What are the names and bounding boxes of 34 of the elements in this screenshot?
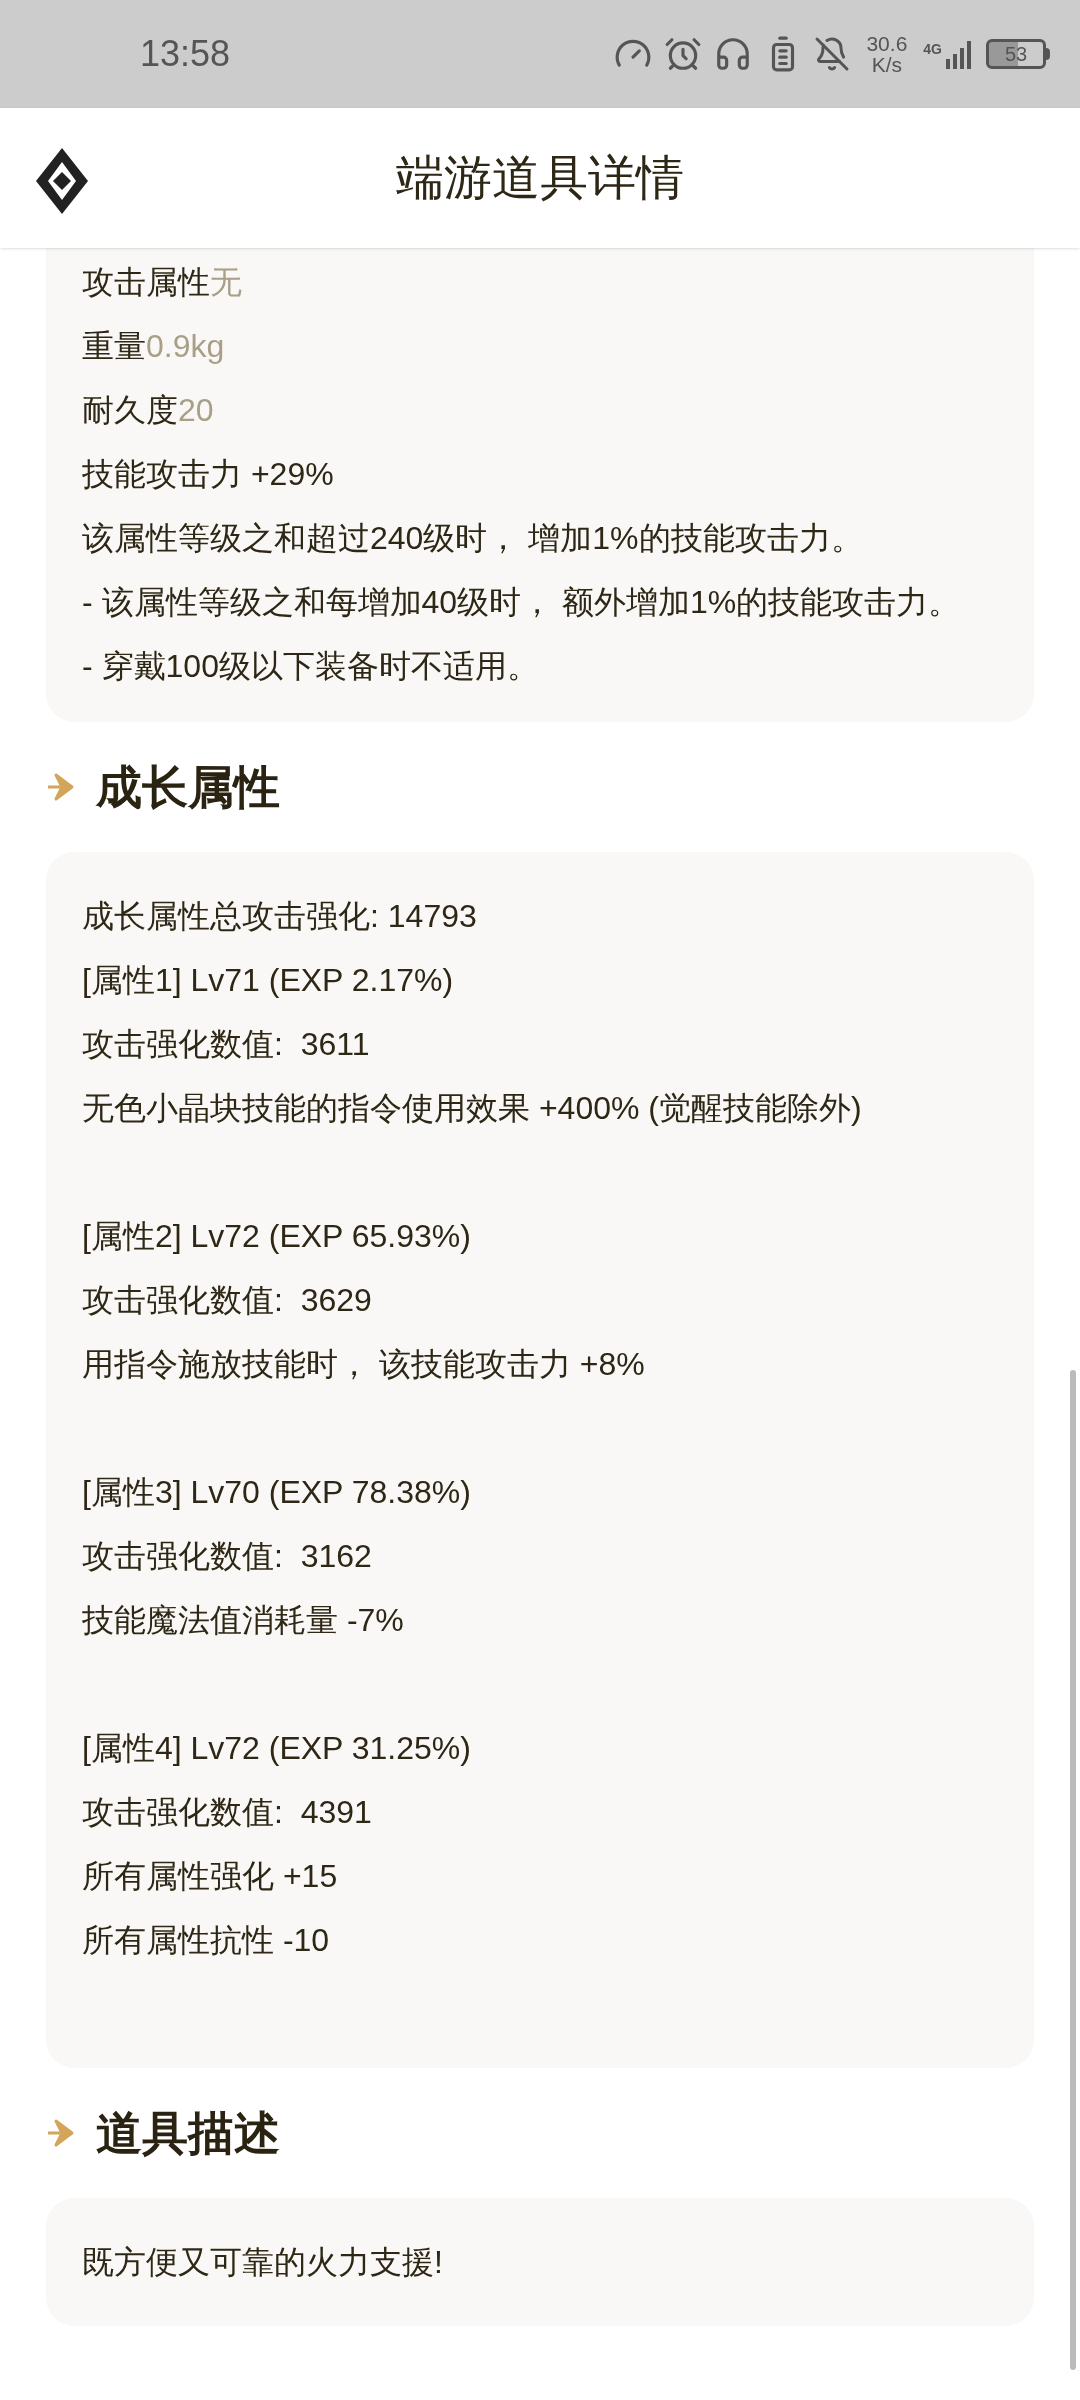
growth-line: 攻击强化数值: 3629 [82, 1281, 373, 1320]
page-title: 端游道具详情 [396, 150, 684, 206]
attribute-line: 该属性等级之和超过240级时， 增加1%的技能攻击力。 [82, 519, 864, 558]
growth-line: 所有属性抗性 -10 [82, 1921, 331, 1960]
growth-line: 所有属性强化 +15 [82, 1857, 339, 1896]
growth-line: [属性3] Lv70 (EXP 78.38%) [82, 1473, 472, 1512]
attribute-line: - 该属性等级之和每增加40级时， 额外增加1%的技能攻击力。 [82, 583, 962, 622]
alarm-icon [664, 35, 703, 73]
growth-line: 攻击强化数值: 4391 [82, 1793, 373, 1832]
growth-summary: 成长属性总攻击强化: 14793 [82, 897, 478, 936]
growth-line: 技能魔法值消耗量 -7% [82, 1601, 405, 1640]
attribute-line: 重量0.9kg [82, 327, 226, 366]
growth-line: 攻击强化数值: 3162 [82, 1537, 373, 1576]
battery-level: 53 [986, 39, 1046, 69]
attribute-line: 技能攻击力 +29% [82, 455, 335, 494]
section-heading: 成长属性 [96, 759, 280, 815]
bell-off-icon [814, 36, 851, 72]
growth-line: 用指令施放技能时， 该技能攻击力 +8% [82, 1345, 646, 1384]
status-time: 13:58 [140, 32, 231, 76]
growth-line: [属性1] Lv71 (EXP 2.17%) [82, 961, 455, 1000]
growth-line: [属性2] Lv72 (EXP 65.93%) [82, 1217, 472, 1256]
description-text: 既方便又可靠的火力支援! [82, 2243, 444, 2282]
network-speed: 30.6 [866, 33, 908, 54]
attribute-line: - 穿戴100级以下装备时不适用。 [82, 647, 540, 686]
growth-line: 攻击强化数值: 3611 [82, 1025, 371, 1064]
growth-line: 无色小晶块技能的指令使用效果 +400% (觉醒技能除外) [82, 1089, 863, 1128]
network-speed-unit: K/s [871, 54, 903, 75]
attribute-line: 耐久度20 [82, 391, 215, 430]
attribute-line: 攻击属性无 [82, 263, 243, 302]
section-heading: 道具描述 [96, 2105, 280, 2161]
signal-icon [944, 39, 974, 69]
network-type: 4G [923, 40, 942, 59]
app-logo-icon[interactable] [36, 148, 88, 214]
growth-line: [属性4] Lv72 (EXP 31.25%) [82, 1729, 472, 1768]
